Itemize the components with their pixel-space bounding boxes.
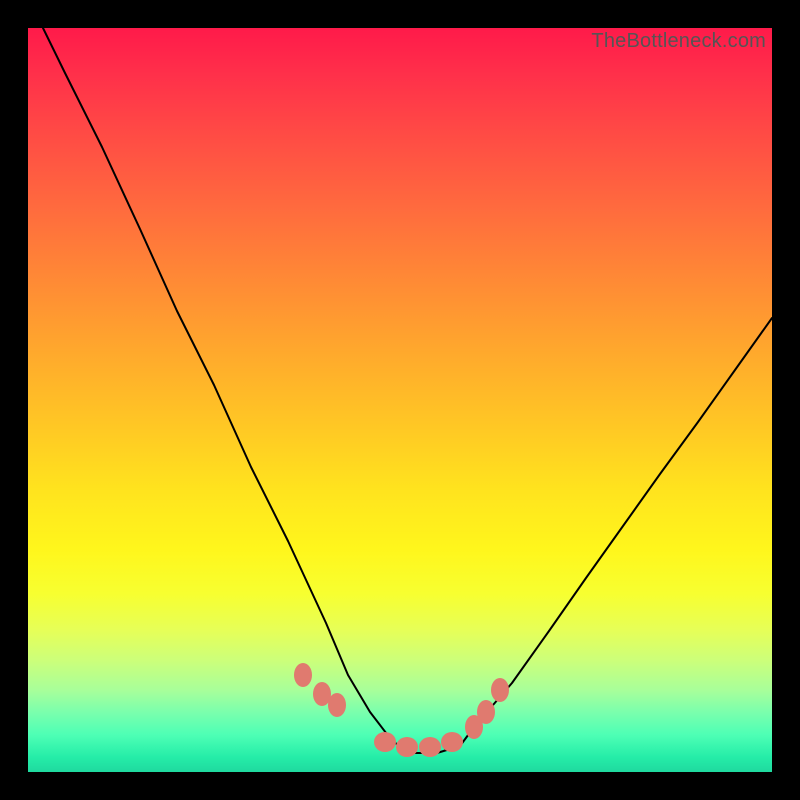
curve-beads	[294, 663, 509, 757]
bead-icon	[313, 682, 331, 706]
bead-icon	[328, 693, 346, 717]
bottleneck-curve	[28, 28, 772, 753]
bead-icon	[491, 678, 509, 702]
bead-icon	[441, 732, 463, 752]
plot-area: TheBottleneck.com	[28, 28, 772, 772]
chart-frame: TheBottleneck.com	[0, 0, 800, 800]
bead-icon	[465, 715, 483, 739]
bead-icon	[396, 737, 418, 757]
bead-icon	[477, 700, 495, 724]
bead-icon	[374, 732, 396, 752]
curve-layer	[28, 28, 772, 772]
bead-icon	[419, 737, 441, 757]
bead-icon	[294, 663, 312, 687]
watermark-text: TheBottleneck.com	[591, 30, 766, 53]
